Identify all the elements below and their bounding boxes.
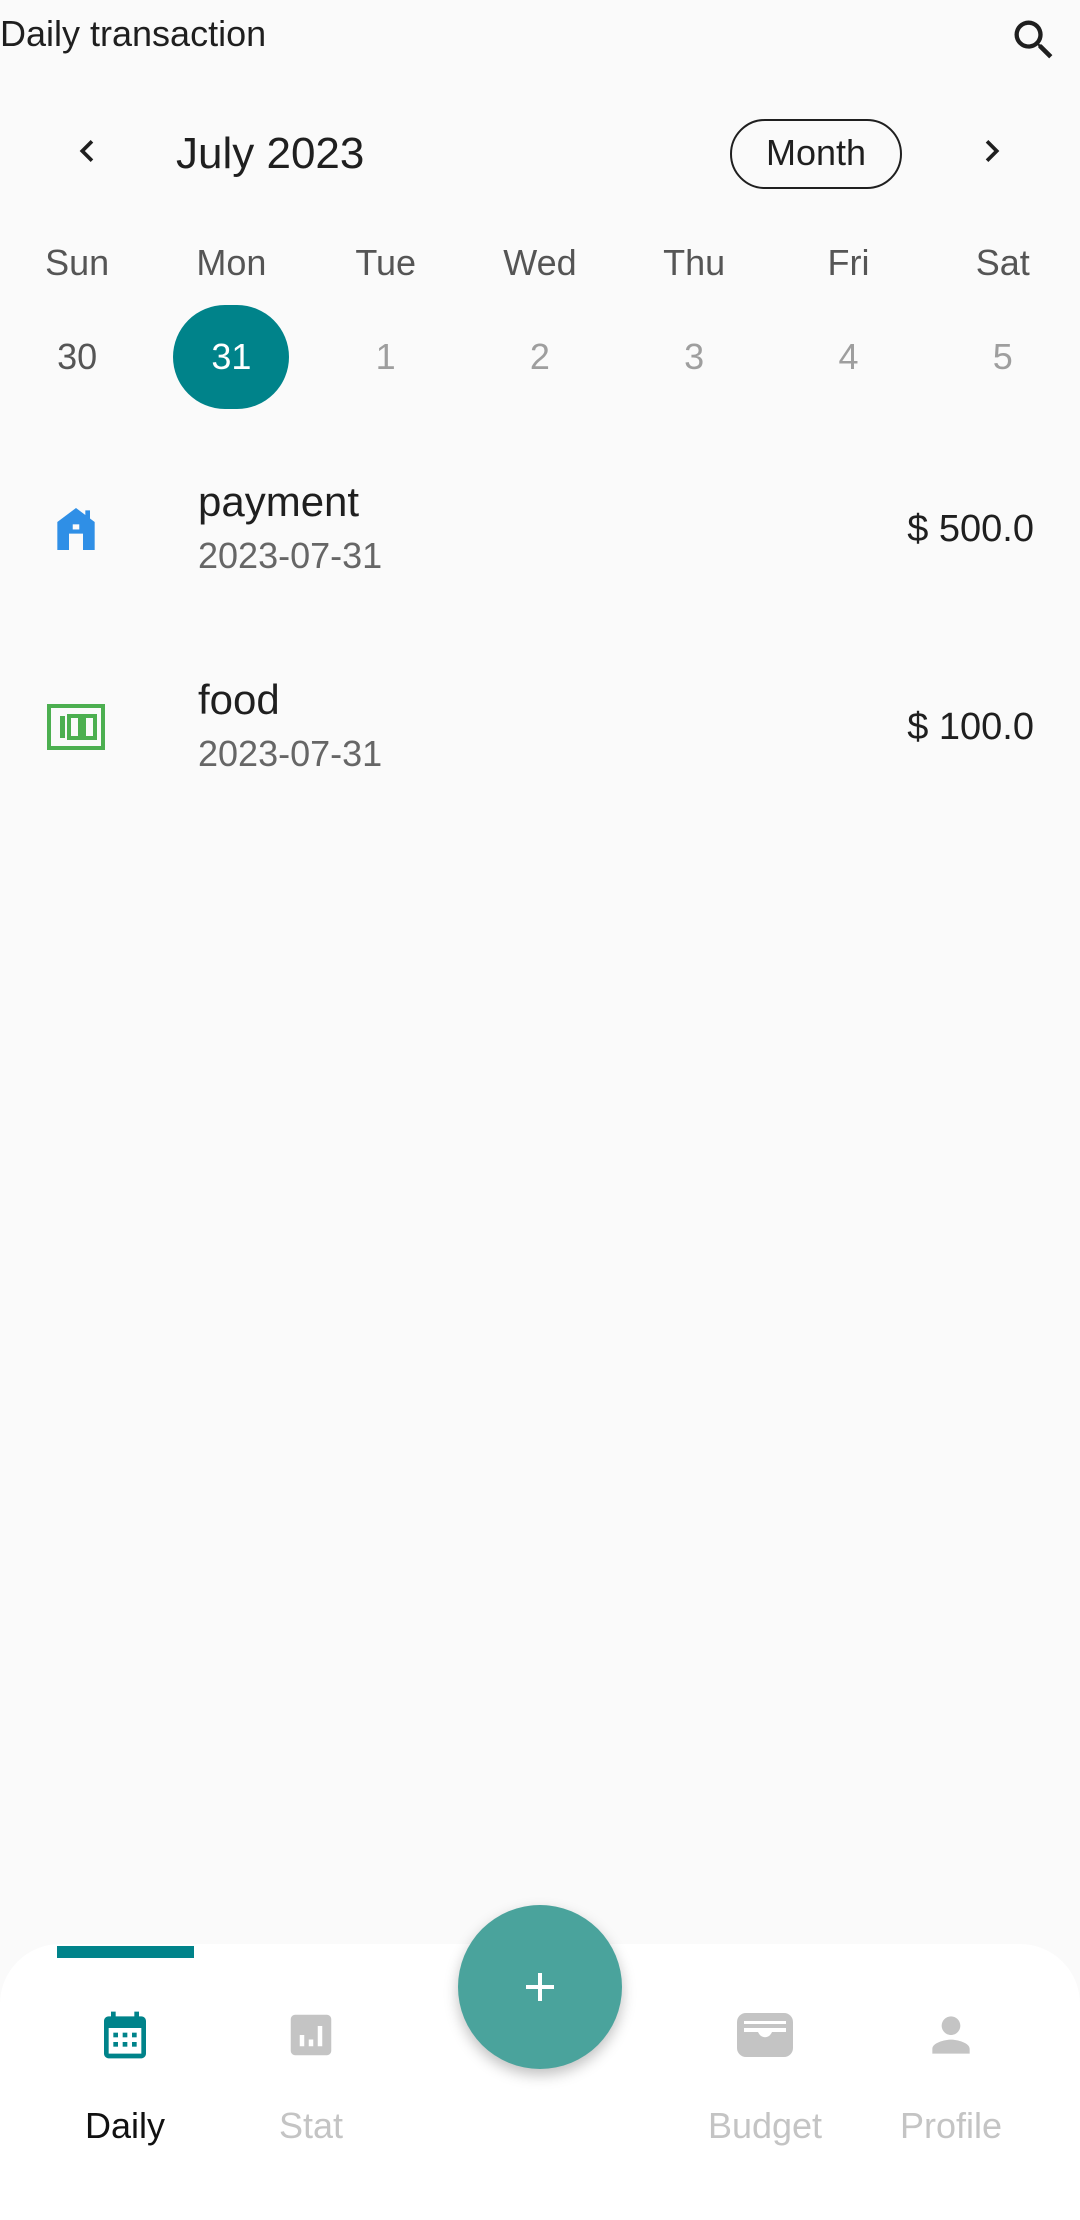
add-transaction-button[interactable] (458, 1905, 622, 2069)
view-mode-toggle[interactable]: Month (730, 119, 902, 189)
weekday-label: Fri (827, 242, 870, 283)
nav-label: Daily (84, 2105, 165, 2146)
active-tab-indicator (57, 1946, 194, 1958)
day-number-selected: 31 (173, 305, 290, 409)
calendar-day[interactable]: 5 (926, 305, 1080, 409)
day-number: 2 (529, 336, 550, 377)
week-days-row: 30 31 1 2 3 4 5 (0, 305, 1080, 409)
weekday-label: Sat (975, 242, 1030, 283)
wallet-icon (735, 2005, 795, 2065)
person-icon (921, 2005, 981, 2065)
transaction-amount: $ 100.0 (907, 706, 1034, 748)
day-number: 30 (57, 336, 98, 377)
home-icon (46, 499, 106, 559)
transaction-item[interactable]: food 2023-07-31 $ 100.0 (0, 673, 1080, 823)
calendar-icon (95, 2005, 155, 2065)
daily-transaction-screen: Daily transaction July 2023 Month Sun Mo… (0, 0, 1080, 2220)
previous-month-button[interactable] (55, 119, 119, 183)
calendar-day-selected[interactable]: 31 (154, 305, 308, 409)
day-number: 3 (684, 336, 705, 377)
nav-tab-daily[interactable]: Daily (35, 1990, 215, 2190)
calendar-day[interactable]: 3 (617, 305, 771, 409)
calendar-day[interactable]: 1 (309, 305, 463, 409)
day-number: 1 (375, 336, 396, 377)
nav-tab-profile[interactable]: Profile (861, 1990, 1041, 2190)
weekday-label: Sun (45, 242, 110, 283)
transaction-date: 2023-07-31 (198, 733, 383, 774)
search-button[interactable] (998, 4, 1070, 76)
calendar-day[interactable]: 2 (463, 305, 617, 409)
nav-tab-budget[interactable]: Budget (675, 1990, 855, 2190)
weekday-label: Tue (355, 242, 417, 283)
month-label: July 2023 (176, 129, 365, 178)
calendar-day[interactable]: 4 (771, 305, 925, 409)
day-number: 4 (838, 336, 859, 377)
calendar-day[interactable]: 30 (0, 305, 154, 409)
bar-chart-icon (281, 2005, 341, 2065)
nav-label: Stat (278, 2105, 344, 2146)
money-icon (46, 697, 106, 757)
transaction-amount: $ 500.0 (907, 508, 1034, 550)
transaction-item[interactable]: payment 2023-07-31 $ 500.0 (0, 475, 1080, 625)
transaction-title: payment (198, 478, 360, 525)
weekday-label: Mon (196, 242, 267, 283)
chevron-left-icon (79, 140, 94, 162)
weekday-header-row: Sun Mon Tue Wed Thu Fri Sat (0, 240, 1080, 286)
search-icon (1014, 20, 1053, 59)
nav-label: Budget (707, 2105, 823, 2146)
page-title: Daily transaction (0, 13, 267, 54)
weekday-label: Wed (503, 242, 577, 283)
day-number: 5 (992, 336, 1013, 377)
transaction-title: food (198, 676, 280, 723)
next-month-button[interactable] (960, 119, 1024, 183)
weekday-label: Thu (663, 242, 726, 283)
plus-icon (526, 1973, 554, 2001)
nav-tab-stat[interactable]: Stat (221, 1990, 401, 2190)
chevron-right-icon (985, 140, 1000, 162)
nav-label: Profile (899, 2105, 1003, 2146)
transaction-date: 2023-07-31 (198, 535, 383, 576)
